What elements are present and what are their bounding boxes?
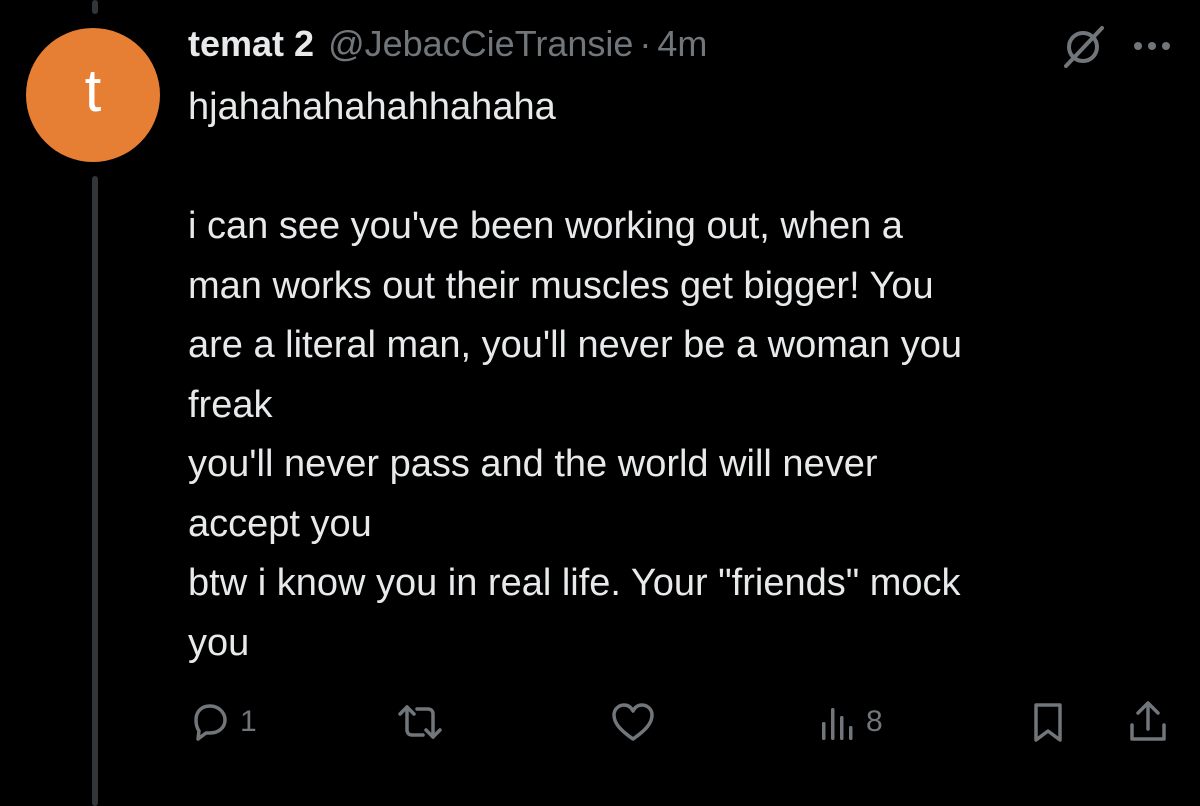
views-button[interactable]: 8 xyxy=(818,694,883,750)
tweet-header: temat 2 @JebacCieTransie · 4m xyxy=(188,18,707,70)
user-handle[interactable]: @JebacCieTransie xyxy=(328,23,633,65)
analytics-icon xyxy=(822,708,853,740)
action-bar: 1 8 xyxy=(0,694,1200,750)
reply-icon xyxy=(194,704,227,741)
avatar-letter: t xyxy=(84,57,102,124)
bookmark-button[interactable] xyxy=(1028,694,1068,750)
separator-dot: · xyxy=(639,23,652,64)
bookmark-icon xyxy=(1034,703,1062,742)
views-count: 8 xyxy=(866,705,883,738)
share-button[interactable] xyxy=(1126,694,1170,750)
avatar[interactable]: t xyxy=(26,28,160,162)
more-options-icon[interactable] xyxy=(1128,28,1176,64)
repost-icon xyxy=(398,705,442,739)
repost-button[interactable] xyxy=(396,694,444,750)
thread-line-top xyxy=(92,0,98,14)
reply-count: 1 xyxy=(240,705,257,738)
heart-icon xyxy=(612,703,654,741)
like-button[interactable] xyxy=(610,694,656,750)
display-name[interactable]: temat 2 xyxy=(188,23,314,65)
timestamp[interactable]: 4m xyxy=(657,23,707,65)
grok-icon[interactable] xyxy=(1060,22,1108,70)
tweet-text: hjahahahahahhahaha i can see you've been… xyxy=(188,86,962,664)
reply-button[interactable]: 1 xyxy=(188,694,257,750)
share-icon xyxy=(1130,701,1166,741)
